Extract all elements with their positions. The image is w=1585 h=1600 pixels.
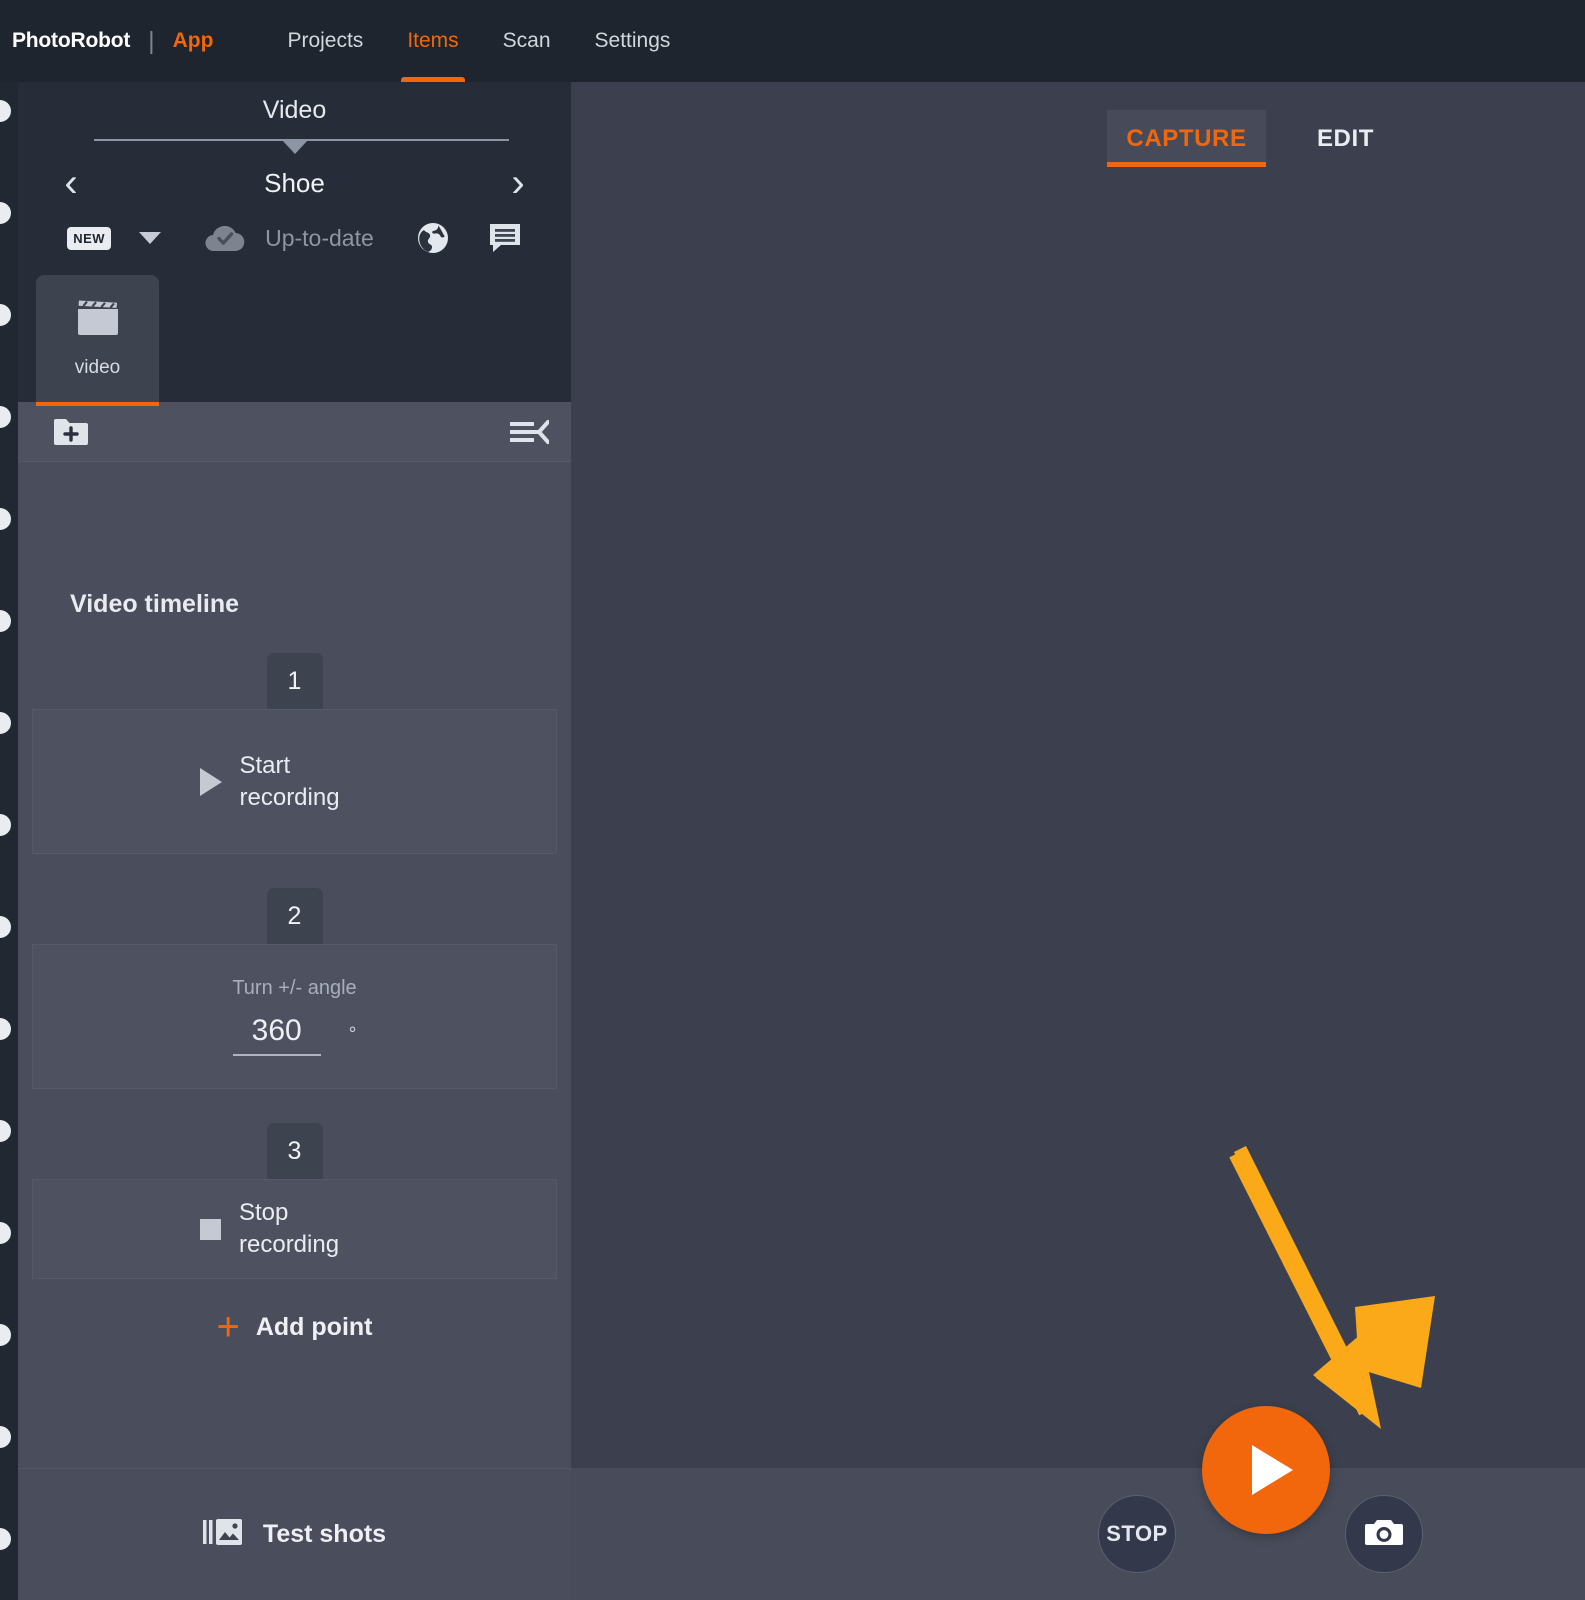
edge-dot-icon: [0, 610, 11, 632]
edge-dot-icon: [0, 1120, 11, 1142]
sidebar-divider: [18, 139, 571, 155]
app-root: PhotoRobot | App Projects Items Scan Set…: [0, 0, 1585, 1600]
step-number-badge: 1: [266, 653, 323, 709]
edge-dot-icon: [0, 1426, 11, 1448]
capture-edit-tabs: CAPTURE EDIT: [1107, 110, 1425, 167]
bottom-control-bar: STOP: [571, 1468, 1585, 1600]
step-label: Stop recording: [239, 1199, 340, 1258]
edge-dot-icon: [0, 814, 11, 836]
timeline-body: Video timeline 1 Start recording 2 Turn …: [18, 462, 571, 1468]
edge-dot-icon: [0, 1324, 11, 1346]
edge-dot-icon: [0, 202, 11, 224]
step-label: Start recording: [239, 751, 340, 811]
sync-status-label: Up-to-date: [265, 224, 374, 251]
step-card-turn-angle[interactable]: Turn +/- angle 360 °: [32, 944, 557, 1089]
sidebar-tab-strip: video: [18, 275, 571, 406]
edge-dot-icon: [0, 712, 11, 734]
step-card-stop-recording[interactable]: Stop recording: [32, 1179, 557, 1279]
clapperboard-icon: [76, 298, 120, 341]
nav-item-settings[interactable]: Settings: [573, 0, 693, 82]
camera-icon: [1364, 1516, 1404, 1553]
step-card-content: Start recording: [199, 750, 390, 813]
stop-button-label: STOP: [1106, 1521, 1168, 1546]
sidebar-header: Video ‹ Shoe › NEW Up-to-date video: [18, 82, 571, 406]
step-number-badge: 3: [266, 1123, 323, 1179]
timeline-step: 2 Turn +/- angle 360 °: [18, 888, 571, 1089]
nav-item-projects[interactable]: Projects: [265, 0, 385, 82]
sidebar-toolbar: [18, 402, 571, 462]
stop-button[interactable]: STOP: [1098, 1495, 1176, 1573]
badge-dropdown-chevron-down-icon[interactable]: [139, 232, 162, 244]
timeline-step: 1 Start recording: [18, 653, 571, 854]
new-badge[interactable]: NEW: [67, 226, 112, 250]
edge-dot-icon: [0, 508, 11, 530]
turn-angle-field-row: 360 °: [232, 1014, 357, 1056]
plus-icon: +: [216, 1305, 240, 1349]
edge-dot-icon: [0, 406, 11, 428]
add-point-label: Add point: [255, 1312, 373, 1341]
current-item-name: Shoe: [264, 167, 325, 198]
play-icon: [199, 767, 222, 796]
add-point-button[interactable]: + Add point: [18, 1279, 571, 1375]
edge-dot-icon: [0, 916, 11, 938]
edge-dot-icon: [0, 100, 11, 122]
brand-app-label: App: [172, 29, 214, 52]
left-edge-strip: [0, 82, 18, 1600]
globe-icon[interactable]: [416, 221, 450, 255]
tab-edit[interactable]: EDIT: [1266, 110, 1425, 167]
step-card-start-recording[interactable]: Start recording: [32, 709, 557, 854]
brand-separator: |: [148, 26, 155, 55]
edge-dot-icon: [0, 1222, 11, 1244]
timeline-step: 3 Stop recording: [18, 1123, 571, 1279]
record-play-button[interactable]: [1202, 1406, 1330, 1534]
turn-angle-input[interactable]: 360: [232, 1014, 321, 1056]
add-folder-icon[interactable]: [52, 416, 90, 448]
collapse-panel-icon[interactable]: [509, 418, 549, 446]
item-navigator: ‹ Shoe ›: [18, 155, 571, 207]
step-card-content: Stop recording: [200, 1197, 389, 1260]
chevron-down-icon: [281, 140, 308, 154]
burst-gallery-icon: [202, 1517, 247, 1552]
test-shots-label: Test shots: [262, 1520, 387, 1548]
main-viewport: CAPTURE EDIT STOP: [571, 82, 1585, 1600]
step-number-badge: 2: [266, 888, 323, 944]
prev-item-chevron-left-icon[interactable]: ‹: [48, 163, 94, 203]
annotation-arrow: [1229, 1146, 1435, 1429]
sidebar-tab-video[interactable]: video: [36, 275, 159, 406]
edge-dot-icon: [0, 1528, 11, 1550]
brand-area: PhotoRobot | App: [0, 27, 213, 56]
edge-dot-icon: [0, 304, 11, 326]
nav-item-scan[interactable]: Scan: [481, 0, 573, 82]
camera-snapshot-button[interactable]: [1345, 1495, 1423, 1573]
sidebar-panel: Video ‹ Shoe › NEW Up-to-date video Vide…: [18, 82, 571, 1600]
nav-links: Projects Items Scan Settings: [265, 0, 692, 82]
timeline-heading: Video timeline: [70, 590, 240, 618]
sidebar-title: Video: [262, 96, 327, 124]
sidebar-tab-label: video: [74, 357, 121, 378]
cloud-check-icon: [203, 223, 245, 253]
edge-dot-icon: [0, 1018, 11, 1040]
brand-logo-text: PhotoRobot: [12, 29, 131, 52]
nav-item-items[interactable]: Items: [385, 0, 480, 82]
next-item-chevron-right-icon[interactable]: ›: [495, 163, 541, 203]
item-status-row: NEW Up-to-date: [18, 207, 571, 275]
stop-icon: [200, 1218, 221, 1240]
play-icon: [1251, 1445, 1293, 1495]
test-shots-button[interactable]: Test shots: [18, 1468, 571, 1600]
degree-unit-label: °: [348, 1024, 357, 1045]
tab-capture[interactable]: CAPTURE: [1107, 110, 1266, 167]
comment-icon[interactable]: [488, 222, 522, 254]
top-navigation-bar: PhotoRobot | App Projects Items Scan Set…: [0, 0, 1585, 82]
turn-angle-label: Turn +/- angle: [232, 977, 357, 999]
